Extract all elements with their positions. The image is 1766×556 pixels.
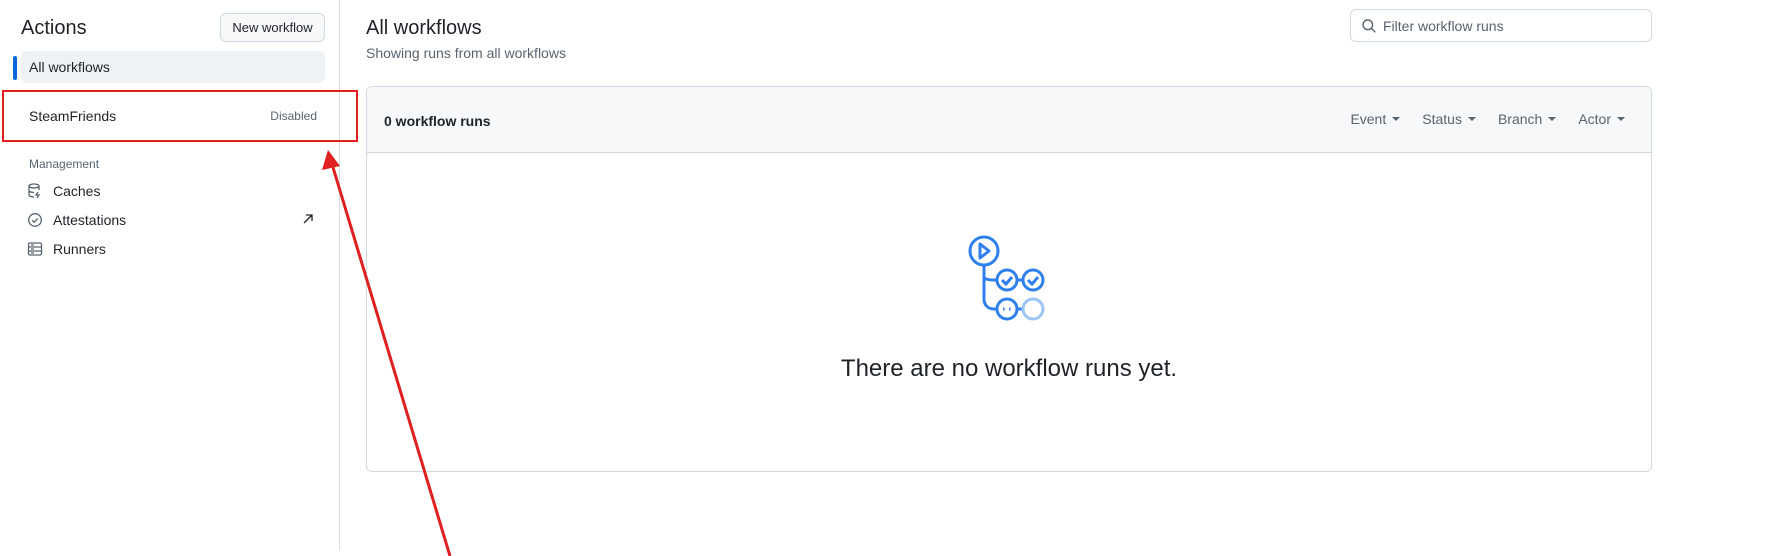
database-icon [28,183,41,199]
new-workflow-button[interactable]: New workflow [220,13,325,42]
page-subtitle: Showing runs from all workflows [366,45,566,61]
page-title: All workflows [366,17,482,39]
filter-workflow-runs[interactable] [1350,9,1652,42]
caret-down-icon [1392,117,1401,121]
caret-down-icon [1548,117,1557,121]
server-icon [27,242,43,256]
status-filter-label: Status [1422,111,1462,127]
branch-filter-dropdown[interactable]: Branch [1497,111,1557,127]
branch-filter-label: Branch [1497,111,1543,127]
nav-item-runners[interactable]: Runners [21,234,325,264]
caret-down-icon [1617,117,1625,121]
search-icon [1362,19,1376,33]
verified-check-icon [28,213,42,227]
external-link-arrow-icon [303,214,313,224]
event-filter-label: Event [1350,111,1387,127]
actor-filter-label: Actor [1578,111,1611,127]
workflow-illustration-icon [968,235,1045,321]
caret-down-icon [1467,117,1476,121]
sidebar: Actions New workflow All workflows Steam… [0,0,340,550]
status-filter-dropdown[interactable]: Status [1422,111,1476,127]
annotation-highlight-box [2,90,358,142]
workflow-runs-panel: 0 workflow runs Event Status Branch Acto… [366,86,1652,472]
nav-item-attestations-label: Attestations [53,212,127,228]
empty-state-message: There are no workflow runs yet. [840,355,1178,382]
runs-header: 0 workflow runs Event Status Branch Acto… [367,87,1651,153]
actor-filter-dropdown[interactable]: Actor [1578,111,1625,127]
active-indicator [13,56,17,80]
nav-item-caches-label: Caches [53,183,101,199]
filter-input[interactable] [1383,11,1643,40]
runs-count: 0 workflow runs [384,113,491,129]
nav-item-caches[interactable]: Caches [21,176,325,206]
sidebar-title: Actions [21,17,87,39]
filter-dropdowns: Event Status Branch Actor [1350,111,1625,127]
nav-item-runners-label: Runners [53,241,106,257]
management-heading: Management [29,157,100,171]
event-filter-dropdown[interactable]: Event [1350,111,1401,127]
nav-item-all-workflows-label: All workflows [29,59,110,75]
nav-item-attestations[interactable]: Attestations [21,205,325,235]
